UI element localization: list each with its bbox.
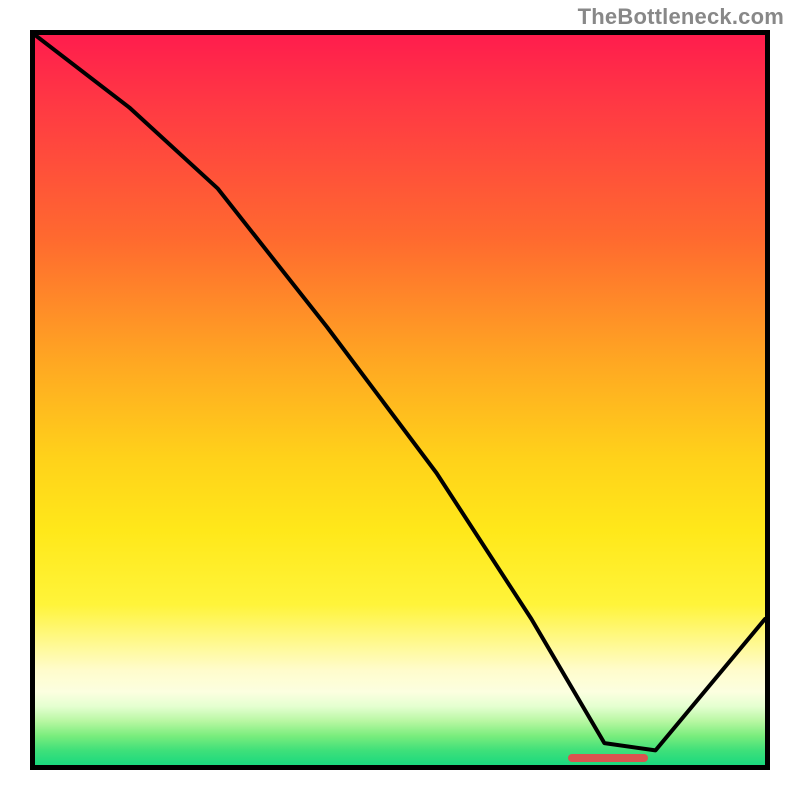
chart-root: TheBottleneck.com — [0, 0, 800, 800]
bottleneck-marker — [568, 754, 648, 762]
watermark-text: TheBottleneck.com — [578, 4, 784, 30]
plot-frame — [30, 30, 770, 770]
line-curve — [35, 35, 765, 765]
curve-path — [35, 35, 765, 750]
